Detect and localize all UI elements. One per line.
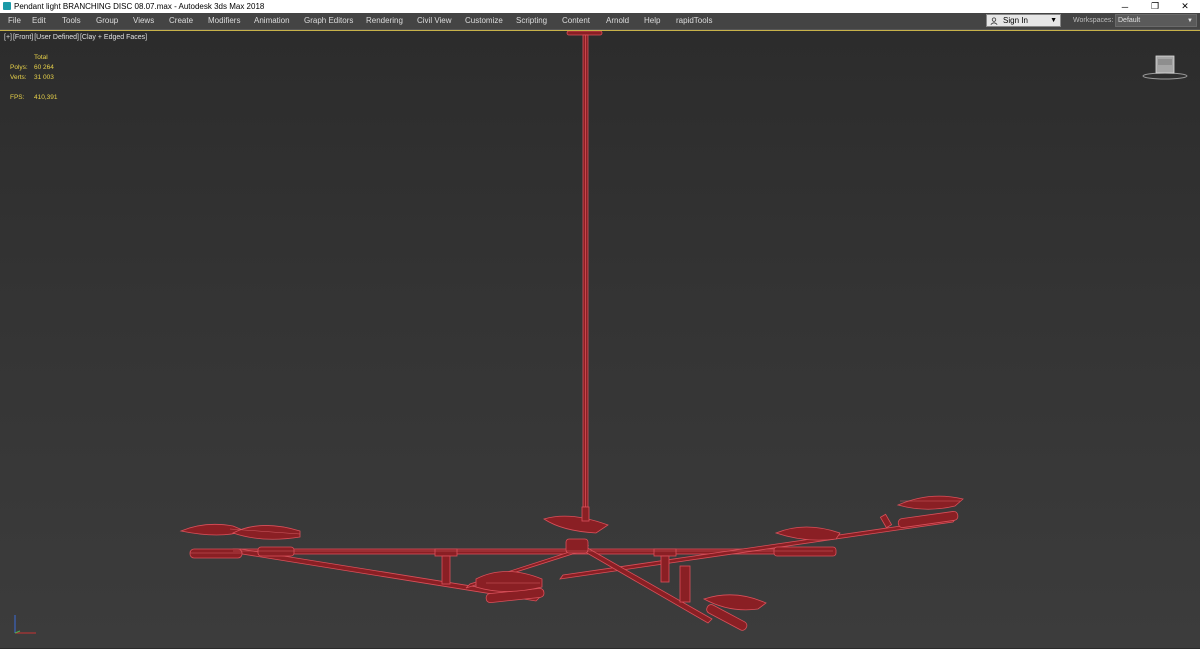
menu-help[interactable]: Help	[644, 13, 676, 29]
sign-in-label: Sign In	[1003, 16, 1028, 25]
menu-animation[interactable]: Animation	[254, 13, 304, 29]
chevron-down-icon: ▼	[1187, 18, 1193, 24]
model-wireframe	[179, 31, 964, 631]
menu-content[interactable]: Content	[562, 13, 606, 29]
minimize-button[interactable]: ─	[1110, 0, 1140, 13]
menu-file[interactable]: File	[8, 13, 32, 29]
main-menu: File Edit Tools Group Views Create Modif…	[0, 13, 726, 29]
menu-graph-editors[interactable]: Graph Editors	[304, 13, 366, 29]
menu-scripting[interactable]: Scripting	[516, 13, 562, 29]
menu-customize[interactable]: Customize	[465, 13, 516, 29]
menu-bar: File Edit Tools Group Views Create Modif…	[0, 13, 1200, 30]
menu-create[interactable]: Create	[169, 13, 208, 29]
menu-modifiers[interactable]: Modifiers	[208, 13, 254, 29]
close-button[interactable]: ✕	[1170, 0, 1200, 13]
pendant-light-model[interactable]	[0, 31, 1200, 649]
workspaces-value: Default	[1118, 17, 1141, 24]
menu-rapidtools[interactable]: rapidTools	[676, 13, 726, 29]
maximize-button[interactable]: ❐	[1140, 0, 1170, 13]
menu-views[interactable]: Views	[133, 13, 169, 29]
chevron-down-icon: ▼	[1050, 17, 1057, 24]
title-bar: Pendant light BRANCHING DISC 08.07.max -…	[0, 0, 1200, 13]
user-icon	[990, 17, 998, 25]
window-controls: ─ ❐ ✕	[1110, 0, 1200, 13]
axis-tripod-icon	[14, 615, 36, 634]
app-icon	[3, 2, 11, 10]
menu-tools[interactable]: Tools	[62, 13, 96, 29]
sign-in-dropdown[interactable]: Sign In ▼	[986, 14, 1061, 27]
window-title: Pendant light BRANCHING DISC 08.07.max -…	[14, 2, 265, 11]
menu-rendering[interactable]: Rendering	[366, 13, 417, 29]
menu-group[interactable]: Group	[96, 13, 133, 29]
menu-arnold[interactable]: Arnold	[606, 13, 644, 29]
menu-edit[interactable]: Edit	[32, 13, 62, 29]
menu-civil-view[interactable]: Civil View	[417, 13, 465, 29]
viewport-front[interactable]: [+] [Front] [User Defined] [Clay + Edged…	[0, 30, 1200, 648]
workspaces-select[interactable]: Default ▼	[1115, 14, 1197, 27]
workspaces-label: Workspaces:	[1073, 17, 1114, 24]
